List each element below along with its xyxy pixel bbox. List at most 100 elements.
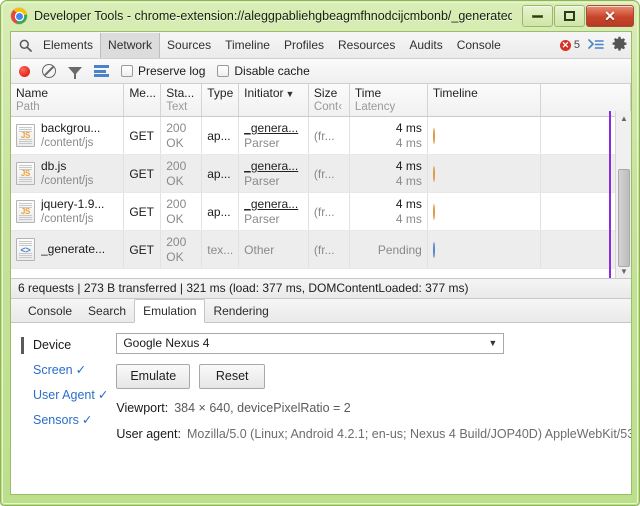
initiator-link[interactable]: _genera... [244, 121, 303, 136]
request-path: /content/js [41, 136, 94, 149]
column-header-size[interactable]: Size Cont‹ [308, 84, 350, 117]
emulate-button[interactable]: Emulate [116, 364, 191, 389]
tab-timeline[interactable]: Timeline [218, 33, 277, 58]
reset-button[interactable]: Reset [199, 364, 266, 389]
scroll-down-arrow-icon[interactable]: ▼ [616, 264, 631, 278]
maximize-button[interactable] [554, 5, 585, 27]
column-header-initiator[interactable]: Initiator ▼ [238, 84, 309, 117]
request-path: /content/js [41, 174, 94, 187]
network-toolbar: Preserve log Disable cache [11, 59, 631, 84]
status-text: OK [166, 249, 184, 264]
scrollbar-thumb[interactable] [618, 169, 630, 267]
time-value: 4 ms [395, 120, 422, 135]
column-header-type[interactable]: Type [201, 84, 240, 117]
emulation-item-device[interactable]: Device [20, 333, 108, 358]
drawer-tab-rendering[interactable]: Rendering [205, 300, 276, 322]
viewport-value: 384 × 640, devicePixelRatio = 2 [174, 401, 351, 415]
column-header-time[interactable]: Time Latency [349, 84, 428, 117]
table-row[interactable]: JS backgrou... /content/js GET 200 OK ap… [11, 116, 631, 155]
cell-name: JS db.js /content/js [11, 154, 125, 193]
cell-type: ap... [201, 154, 240, 193]
latency-value: 4 ms [395, 211, 422, 226]
preserve-log-label: Preserve log [138, 64, 206, 78]
tab-sources[interactable]: Sources [160, 33, 218, 58]
title-bar[interactable]: Developer Tools - chrome-extension://ale… [3, 3, 639, 29]
scroll-up-arrow-icon[interactable]: ▲ [616, 111, 631, 125]
search-icon[interactable] [14, 39, 36, 52]
error-count-badge[interactable]: ✕ 5 [559, 39, 580, 51]
drawer-tab-search[interactable]: Search [80, 300, 134, 322]
cell-size: (fr... [308, 154, 350, 193]
tab-audits[interactable]: Audits [402, 33, 449, 58]
file-icon-badge: JS [20, 207, 31, 216]
column-header-timeline[interactable]: Timeline [427, 84, 541, 117]
devtools-window: Developer Tools - chrome-extension://ale… [0, 0, 640, 506]
cell-timeline [427, 116, 541, 155]
device-select[interactable]: Google Nexus 4 ▼ [116, 333, 505, 354]
table-row[interactable]: JS jquery-1.9... /content/js GET 200 OK … [11, 192, 631, 231]
column-header-name[interactable]: Name Path [11, 84, 125, 117]
emulation-item-screen[interactable]: Screen ✓ [25, 358, 108, 383]
close-button[interactable]: ✕ [586, 5, 634, 27]
minimize-button[interactable] [522, 5, 553, 27]
drawer-tab-emulation[interactable]: Emulation [134, 299, 206, 323]
column-title-size: Size [313, 86, 338, 100]
tab-resources[interactable]: Resources [331, 33, 402, 58]
user-agent-value: Mozilla/5.0 (Linux; Android 4.2.1; en-us… [186, 427, 632, 441]
column-title-initiator: Initiator [244, 86, 284, 100]
emulation-item-label: Screen [33, 363, 73, 377]
cell-method: GET [123, 154, 162, 193]
disable-cache-option[interactable]: Disable cache [217, 64, 310, 78]
preserve-log-option[interactable]: Preserve log [121, 64, 205, 78]
tab-network[interactable]: Network [100, 32, 161, 58]
column-header-status[interactable]: Sta... Text [160, 84, 203, 117]
status-text: OK [166, 211, 184, 226]
tab-elements[interactable]: Elements [36, 33, 100, 58]
check-icon: ✓ [97, 388, 109, 402]
caption-buttons: ✕ [522, 5, 634, 27]
tab-console[interactable]: Console [450, 33, 508, 58]
maximize-icon [564, 11, 575, 21]
console-drawer-icon[interactable] [588, 38, 604, 53]
window-title: Developer Tools - chrome-extension://ale… [34, 9, 512, 23]
column-subtitle-content: Cont‹ [313, 101, 343, 113]
filter-funnel-icon[interactable] [68, 67, 82, 79]
gear-icon[interactable] [612, 36, 627, 54]
table-row[interactable]: JS db.js /content/js GET 200 OK ap... _g… [11, 154, 631, 193]
status-text: OK [166, 135, 184, 150]
emulation-item-user-agent[interactable]: User Agent ✓ [25, 383, 108, 408]
network-summary-bar: 6 requests | 273 B transferred | 321 ms … [11, 278, 631, 299]
tab-profiles[interactable]: Profiles [277, 33, 331, 58]
emulation-item-sensors[interactable]: Sensors ✓ [25, 408, 108, 433]
requests-scrollbar[interactable]: ▲ ▼ [615, 111, 631, 278]
request-name: backgrou... [41, 120, 101, 135]
cell-status: 200 OK [160, 154, 203, 193]
cell-method: GET [123, 116, 162, 155]
table-row[interactable]: <> _generate... GET 200 OK tex... Other … [11, 230, 631, 269]
clear-icon[interactable] [42, 64, 56, 78]
devtools-client: Elements Network Sources Timeline Profil… [10, 31, 632, 495]
timeline-bar [432, 241, 435, 258]
cell-size: (fr... [308, 116, 350, 155]
drawer-tab-console[interactable]: Console [20, 300, 80, 322]
cell-status: 200 OK [160, 192, 203, 231]
record-button-icon[interactable] [19, 65, 30, 77]
request-name: jquery-1.9... [41, 196, 105, 211]
initiator-link[interactable]: _genera... [244, 159, 303, 174]
column-title-name: Name [16, 86, 49, 100]
column-subtitle-path: Path [16, 101, 40, 113]
emulation-item-label: Sensors [33, 413, 79, 427]
preserve-log-checkbox[interactable] [121, 65, 133, 77]
cell-method: GET [123, 230, 162, 269]
large-rows-icon[interactable] [94, 65, 109, 77]
disable-cache-checkbox[interactable] [217, 65, 230, 77]
column-title-timeline: Timeline [432, 86, 478, 100]
file-icon-badge: JS [20, 131, 31, 140]
column-title-time: Time [354, 86, 382, 100]
column-header-method[interactable]: Me... [123, 84, 162, 117]
cell-time: Pending [349, 230, 428, 269]
error-icon: ✕ [559, 39, 571, 51]
initiator-link[interactable]: _genera... [244, 197, 303, 212]
latency-value: 4 ms [395, 173, 422, 188]
time-value: 4 ms [395, 158, 422, 173]
